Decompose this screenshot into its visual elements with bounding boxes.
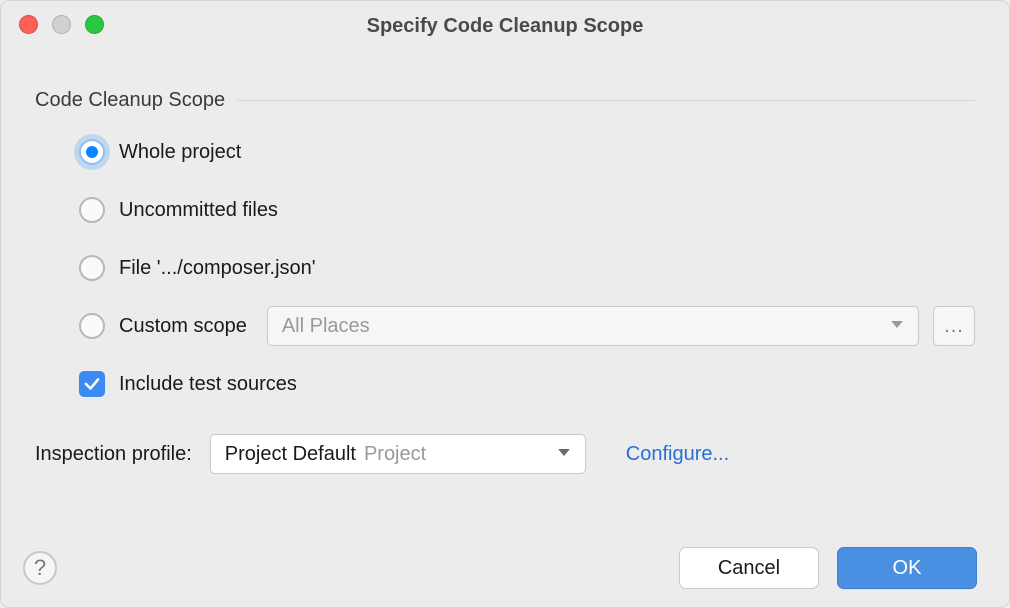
checkbox-label: Include test sources bbox=[119, 373, 297, 396]
custom-scope-value: All Places bbox=[282, 315, 370, 338]
dialog-footer: ? Cancel OK bbox=[23, 547, 977, 589]
radio-whole-project[interactable] bbox=[79, 139, 105, 165]
custom-scope-browse-button[interactable]: ... bbox=[933, 306, 975, 346]
include-test-sources-checkbox[interactable] bbox=[79, 371, 105, 397]
inspection-profile-label: Inspection profile: bbox=[35, 443, 192, 466]
section-header: Code Cleanup Scope bbox=[35, 89, 975, 112]
section-title: Code Cleanup Scope bbox=[35, 89, 237, 112]
button-label: OK bbox=[893, 557, 922, 580]
help-icon: ? bbox=[34, 555, 46, 581]
scope-option-uncommitted-files[interactable]: Uncommitted files bbox=[79, 194, 975, 226]
minimize-window-button bbox=[52, 15, 71, 34]
radio-label: Uncommitted files bbox=[119, 199, 278, 222]
configure-link[interactable]: Configure... bbox=[626, 443, 729, 466]
ok-button[interactable]: OK bbox=[837, 547, 977, 589]
inspection-profile-select[interactable]: Project Default Project bbox=[210, 434, 586, 474]
chevron-down-icon bbox=[557, 443, 571, 466]
button-label: Cancel bbox=[718, 557, 780, 580]
checkmark-icon bbox=[83, 375, 101, 393]
help-button[interactable]: ? bbox=[23, 551, 57, 585]
dialog-window: Specify Code Cleanup Scope Code Cleanup … bbox=[0, 0, 1010, 608]
radio-label: File '.../composer.json' bbox=[119, 257, 316, 280]
radio-file[interactable] bbox=[79, 255, 105, 281]
radio-custom-scope[interactable] bbox=[79, 313, 105, 339]
cancel-button[interactable]: Cancel bbox=[679, 547, 819, 589]
scope-option-whole-project[interactable]: Whole project bbox=[79, 136, 975, 168]
dialog-content: Code Cleanup Scope Whole project Uncommi… bbox=[1, 45, 1009, 474]
traffic-lights bbox=[19, 15, 104, 34]
inspection-profile-value: Project Default bbox=[225, 443, 356, 466]
inspection-profile-row: Inspection profile: Project Default Proj… bbox=[35, 434, 975, 474]
custom-scope-select[interactable]: All Places bbox=[267, 306, 919, 346]
include-test-sources-row[interactable]: Include test sources bbox=[79, 368, 975, 400]
chevron-down-icon bbox=[890, 315, 904, 338]
radio-uncommitted-files[interactable] bbox=[79, 197, 105, 223]
titlebar: Specify Code Cleanup Scope bbox=[1, 1, 1009, 45]
scope-option-custom[interactable]: Custom scope All Places ... bbox=[79, 310, 975, 342]
scope-option-file[interactable]: File '.../composer.json' bbox=[79, 252, 975, 284]
close-window-button[interactable] bbox=[19, 15, 38, 34]
radio-label: Custom scope bbox=[119, 315, 247, 338]
divider bbox=[237, 100, 975, 101]
inspection-profile-sub: Project bbox=[364, 443, 426, 466]
zoom-window-button[interactable] bbox=[85, 15, 104, 34]
window-title: Specify Code Cleanup Scope bbox=[1, 15, 1009, 38]
radio-label: Whole project bbox=[119, 141, 241, 164]
ellipsis-label: ... bbox=[944, 315, 964, 338]
